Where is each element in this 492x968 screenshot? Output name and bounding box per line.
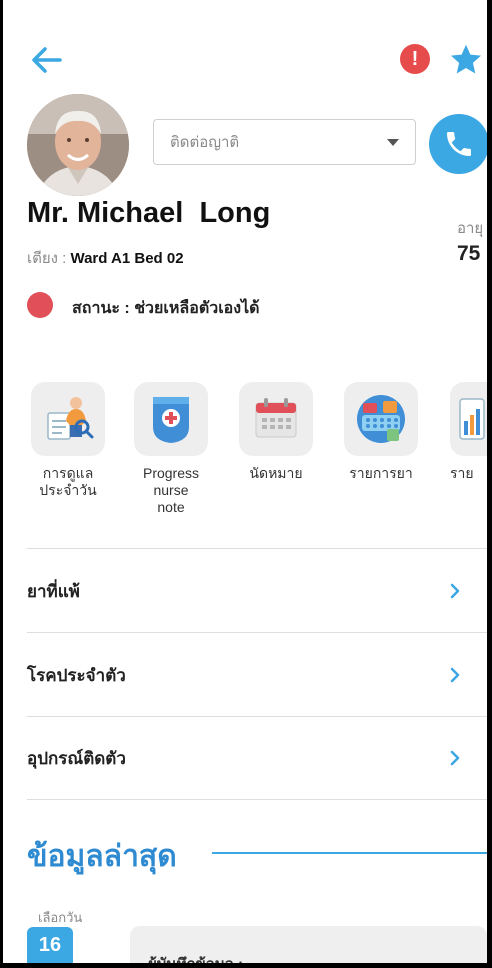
status-indicator (27, 292, 53, 318)
menu-tile (134, 382, 208, 456)
menu-progress-nurse-note[interactable]: Progress nurse note (134, 382, 208, 515)
bed-info: เตียง : Ward A1 Bed 02 (27, 246, 184, 270)
patient-name: Mr. Michael Long (27, 197, 271, 229)
menu-tile (344, 382, 418, 456)
menu-report[interactable]: ราย (450, 382, 487, 481)
nurse-note-icon (153, 397, 189, 443)
bed-value: Ward A1 Bed 02 (70, 250, 184, 267)
menu-label: นัดหมาย (249, 465, 303, 481)
daily-care-icon (47, 397, 94, 440)
chevron-right-icon (441, 750, 469, 766)
menu-label: รายการยา (349, 465, 413, 481)
patient-avatar (27, 94, 129, 196)
medical-device-label: อุปกรณ์ติดตัว (27, 748, 126, 768)
latest-info-title: ข้อมูลล่าสุด (27, 840, 177, 873)
age-label: อายุ (457, 220, 484, 237)
menu-label: ราย (450, 465, 474, 481)
menu-daily-care[interactable]: การดูแล ประจำวัน (31, 382, 105, 498)
favorite-button[interactable] (448, 42, 484, 78)
menu-tile (450, 382, 487, 456)
menu-medication-list[interactable]: รายการยา (344, 382, 418, 481)
recorder-label: ผู้บันทึกข้อมูล : (148, 952, 243, 963)
calendar-icon (255, 398, 297, 438)
report-icon (459, 398, 485, 440)
medication-icon (357, 395, 405, 443)
bottom-edge-border (0, 963, 492, 968)
bed-label: เตียง : (27, 250, 71, 267)
contact-relative-select[interactable]: ติดต่อญาติ (153, 119, 416, 165)
menu-appointment[interactable]: นัดหมาย (239, 382, 313, 481)
menu-label: การดูแล ประจำวัน (39, 465, 97, 498)
chevron-right-icon (441, 667, 469, 683)
menu-label: Progress nurse note (142, 465, 200, 515)
section-title-rule (212, 852, 487, 854)
arrow-left-icon (32, 47, 62, 73)
back-button[interactable] (26, 40, 66, 80)
menu-tile (239, 382, 313, 456)
status-text: สถานะ : ช่วยเหลือตัวเองได้ (72, 300, 260, 317)
chevron-right-icon (441, 583, 469, 599)
call-button[interactable] (429, 114, 489, 174)
allergy-label: ยาที่แพ้ (27, 581, 80, 601)
phone-icon (447, 132, 471, 156)
date-picker-label: เลือกวัน (38, 910, 83, 925)
star-icon (451, 44, 481, 74)
divider (27, 548, 487, 549)
date-picker-button[interactable]: 16 (27, 927, 73, 963)
left-edge-border (0, 0, 3, 968)
chronic-disease-row[interactable]: โรคประจำตัว (27, 634, 487, 716)
divider (27, 799, 487, 800)
divider (27, 632, 487, 633)
patient-photo-icon (27, 94, 129, 196)
allergy-row[interactable]: ยาที่แพ้ (27, 550, 487, 632)
dropdown-caret-icon (387, 138, 399, 146)
record-card[interactable]: ผู้บันทึกข้อมูล : (130, 926, 487, 963)
age-value: 75 (457, 242, 481, 265)
chronic-disease-label: โรคประจำตัว (27, 665, 126, 685)
right-edge-border (487, 0, 492, 968)
menu-tile (31, 382, 105, 456)
medical-device-row[interactable]: อุปกรณ์ติดตัว (27, 717, 487, 799)
exclamation-circle-icon[interactable]: ! (400, 44, 430, 74)
contact-relative-placeholder: ติดต่อญาติ (170, 134, 240, 151)
